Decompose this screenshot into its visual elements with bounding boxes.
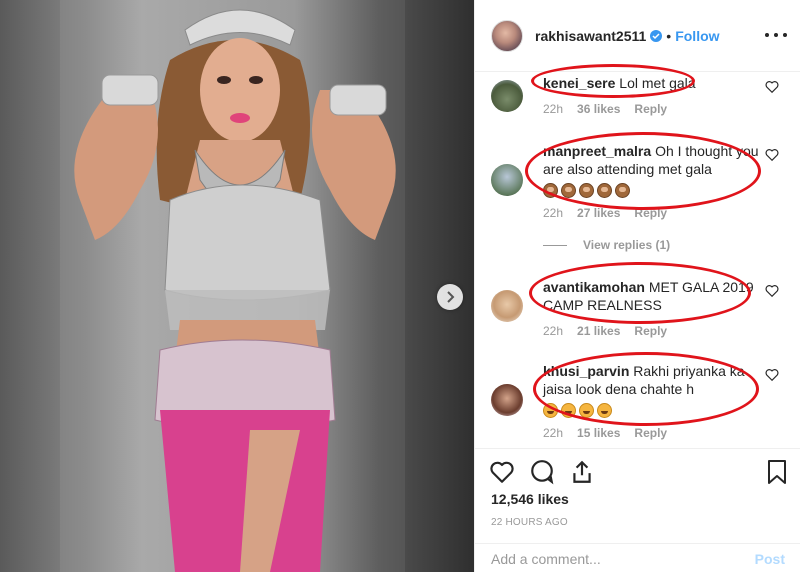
follow-button[interactable]: Follow <box>675 28 719 44</box>
post-actions: 12,546 likes 22 HOURS AGO Post <box>475 448 800 572</box>
post-photo <box>0 0 474 572</box>
more-options-icon[interactable] <box>765 24 787 46</box>
grinning-face-icon <box>579 402 594 418</box>
comment-username[interactable]: manpreet_malra <box>543 143 651 159</box>
comment-body: manpreet_malra Oh I thought you are also… <box>543 142 763 198</box>
heart-icon[interactable] <box>489 459 515 485</box>
heart-icon[interactable] <box>765 368 779 382</box>
comment-likes[interactable]: 15 likes <box>577 426 620 440</box>
comment-body: avantikamohan MET GALA 2019 CAMP REALNES… <box>543 278 763 314</box>
view-replies-label: View replies (1) <box>583 238 671 252</box>
see-no-evil-monkey-icon <box>615 182 630 198</box>
reply-button[interactable]: Reply <box>634 206 667 220</box>
comment-meta: 22h 27 likes Reply <box>543 206 667 220</box>
grinning-face-icon <box>561 402 576 418</box>
see-no-evil-monkey-icon <box>597 182 612 198</box>
grinning-face-icon <box>543 402 558 418</box>
heart-icon[interactable] <box>765 148 779 162</box>
comment-meta: 22h 15 likes Reply <box>543 426 667 440</box>
comment-username[interactable]: avantikamohan <box>543 279 645 295</box>
comment-username[interactable]: khusi_parvin <box>543 363 629 379</box>
view-replies-button[interactable]: View replies (1) <box>543 238 670 252</box>
action-icons <box>489 459 595 485</box>
comment-body: khusi_parvin Rakhi priyanka ka jaisa loo… <box>543 362 763 418</box>
commenter-avatar[interactable] <box>491 290 523 322</box>
post-comment-button[interactable]: Post <box>755 551 785 567</box>
see-no-evil-monkey-icon <box>543 182 558 198</box>
heart-icon[interactable] <box>765 284 779 298</box>
comment-emojis <box>543 400 763 418</box>
comment-time[interactable]: 22h <box>543 206 563 220</box>
post-timestamp[interactable]: 22 HOURS AGO <box>491 517 568 528</box>
commenter-avatar[interactable] <box>491 384 523 416</box>
divider-line <box>543 244 567 246</box>
commenter-avatar[interactable] <box>491 164 523 196</box>
post-sidebar: rakhisawant2511 • Follow kenei_sere Lol … <box>474 0 800 572</box>
likes-count[interactable]: 12,546 likes <box>491 491 569 507</box>
reply-button[interactable]: Reply <box>634 426 667 440</box>
see-no-evil-monkey-icon <box>561 182 576 198</box>
author-avatar[interactable] <box>491 19 523 52</box>
grinning-face-icon <box>597 402 612 418</box>
dancer-figure <box>74 9 396 572</box>
post-header: rakhisawant2511 • Follow <box>475 0 800 72</box>
comment-time[interactable]: 22h <box>543 324 563 338</box>
next-photo-button[interactable] <box>437 284 463 310</box>
see-no-evil-monkey-icon <box>579 182 594 198</box>
add-comment-bar: Post <box>475 543 800 572</box>
comment-meta: 22h 21 likes Reply <box>543 324 667 338</box>
verified-badge-icon <box>650 29 663 42</box>
comment-likes[interactable]: 27 likes <box>577 206 620 220</box>
comment-meta: 22h 36 likes Reply <box>543 102 667 116</box>
reply-button[interactable]: Reply <box>634 102 667 116</box>
bookmark-icon[interactable] <box>765 459 789 485</box>
separator-dot: • <box>666 27 672 44</box>
comment-likes[interactable]: 36 likes <box>577 102 620 116</box>
author-username[interactable]: rakhisawant2511 <box>535 28 646 44</box>
share-icon[interactable] <box>569 459 595 485</box>
comment-time[interactable]: 22h <box>543 102 563 116</box>
heart-icon[interactable] <box>765 80 779 94</box>
comment-time[interactable]: 22h <box>543 426 563 440</box>
commenter-avatar[interactable] <box>491 80 523 112</box>
reply-button[interactable]: Reply <box>634 324 667 338</box>
comment-icon[interactable] <box>529 459 555 485</box>
comment-input[interactable] <box>491 550 755 567</box>
comment-body: kenei_sere Lol met gala <box>543 74 763 92</box>
comment-likes[interactable]: 21 likes <box>577 324 620 338</box>
comment-username[interactable]: kenei_sere <box>543 75 615 91</box>
comment-emojis <box>543 180 763 198</box>
chevron-right-icon <box>447 291 455 303</box>
comment-text: Lol met gala <box>619 75 696 91</box>
